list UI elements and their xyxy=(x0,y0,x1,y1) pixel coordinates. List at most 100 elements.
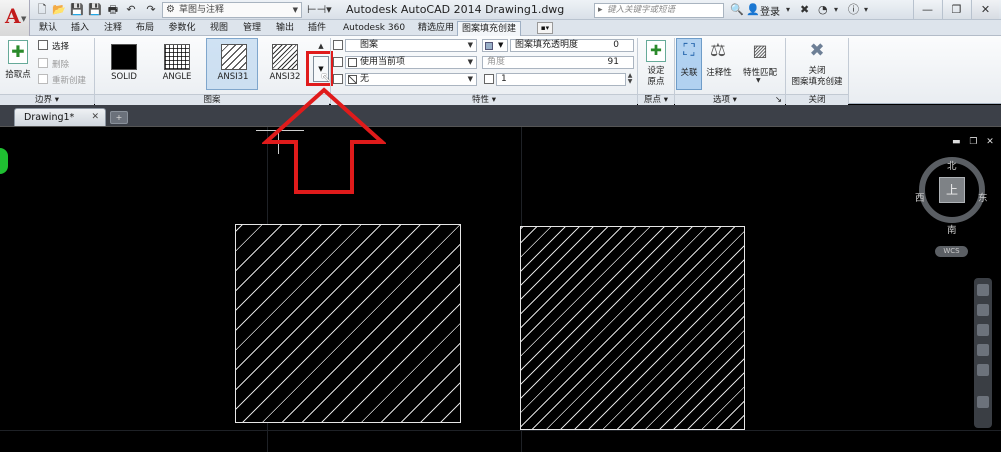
background-color-icon xyxy=(333,74,343,84)
set-origin-button[interactable]: 设定 原点 xyxy=(640,66,672,88)
chevron-down-icon[interactable]: ▾ xyxy=(834,2,838,18)
orbit-icon[interactable] xyxy=(977,344,989,356)
tab-hatch-creation[interactable]: 图案填充创建 xyxy=(457,21,521,36)
gear-icon: ⚙ xyxy=(166,4,175,15)
pick-points-button[interactable]: 拾取点 xyxy=(2,68,34,80)
viewcube-top-face[interactable]: 上 xyxy=(939,177,965,203)
background-color-select[interactable]: 无 ▼ xyxy=(345,73,477,86)
transparency-field[interactable]: 图案填充透明度 0 xyxy=(510,39,634,52)
showmotion-icon[interactable] xyxy=(977,364,989,376)
compass-east[interactable]: 东 xyxy=(978,190,988,204)
pattern-angle-swatch[interactable] xyxy=(164,44,190,70)
drawing-canvas[interactable] xyxy=(0,127,1001,452)
search-input[interactable]: ▸ 键入关键字或短语 xyxy=(594,3,724,18)
scale-field[interactable]: 1 xyxy=(496,73,626,86)
pattern-solid-swatch[interactable] xyxy=(111,44,137,70)
zoom-icon[interactable] xyxy=(977,324,989,336)
binoculars-icon[interactable]: 🔍 xyxy=(730,2,744,18)
mouse-pointer-icon: ↖ xyxy=(320,70,332,86)
application-menu-button[interactable]: A ▼ xyxy=(0,0,30,36)
panel-title-close: 关闭 xyxy=(786,94,848,105)
redo-icon[interactable]: ↷ xyxy=(144,3,158,17)
restore-button[interactable]: ❐ xyxy=(942,0,970,19)
tab-view[interactable]: 视图 xyxy=(204,21,234,36)
close-icon[interactable]: ✕ xyxy=(91,109,99,126)
hatch-color-value: 使用当前项 xyxy=(360,57,406,67)
layer-override-select[interactable]: ▼ xyxy=(482,39,508,52)
tab-output[interactable]: 输出 xyxy=(270,21,300,36)
close-hatch-icon: ✖ xyxy=(809,40,825,61)
wcs-menu[interactable]: WCS xyxy=(935,246,968,257)
layer-icon xyxy=(485,42,493,50)
compass-north[interactable]: 北 xyxy=(947,158,957,172)
chevron-down-icon[interactable]: ▾ xyxy=(786,2,790,18)
chevron-down-icon[interactable]: ▼ xyxy=(756,77,761,84)
color-swatch-icon xyxy=(348,58,357,67)
tab-plugins[interactable]: 插件 xyxy=(302,21,332,36)
select-button[interactable]: 选择 xyxy=(52,40,69,52)
new-drawing-tab-button[interactable]: + xyxy=(110,111,128,124)
ribbon-minimize-icon[interactable]: ▪▾ xyxy=(537,22,553,34)
compass-west[interactable]: 西 xyxy=(915,190,925,204)
remove-button[interactable]: 删除 xyxy=(52,58,69,70)
no-color-icon xyxy=(348,75,357,84)
user-icon[interactable]: 👤 xyxy=(746,2,760,18)
grid-line xyxy=(0,430,1001,431)
tab-featured-apps[interactable]: 精选应用 xyxy=(414,21,458,36)
help-icon[interactable]: ⓘ xyxy=(848,2,859,18)
undo-icon[interactable]: ↶ xyxy=(124,3,138,17)
tab-home[interactable]: 默认 xyxy=(34,21,62,36)
save-as-icon[interactable]: 💾 xyxy=(88,3,102,17)
boundary-title: 边界 xyxy=(35,95,53,105)
pick-points-icon: ✚ xyxy=(8,40,28,64)
quick-access-customize-icon[interactable]: ⊢⊣▾ xyxy=(307,2,337,18)
annotative-button[interactable]: 注释性 xyxy=(702,66,736,78)
document-tab-drawing1[interactable]: Drawing1* ✕ xyxy=(14,108,106,126)
tab-layout[interactable]: 布局 xyxy=(130,21,160,36)
pattern-ansi31-swatch[interactable] xyxy=(221,44,247,70)
connect-icon[interactable]: ◔ xyxy=(818,2,828,18)
status-indicator-icon[interactable] xyxy=(0,148,8,174)
save-icon[interactable]: 💾 xyxy=(70,3,84,17)
chevron-down-icon[interactable]: ▾ xyxy=(864,2,868,18)
hatch-type-select[interactable]: 图案 ▼ xyxy=(345,39,477,52)
tab-insert[interactable]: 插入 xyxy=(64,21,96,36)
chevron-down-icon: ▼ xyxy=(467,58,473,66)
compass-south[interactable]: 南 xyxy=(947,222,957,236)
viewport-controls[interactable]: ▬ ❐ ✕ xyxy=(952,137,997,147)
minimize-button[interactable]: — xyxy=(913,0,941,19)
tab-parametric[interactable]: 参数化 xyxy=(162,21,202,36)
pan-icon[interactable] xyxy=(977,304,989,316)
tab-manage[interactable]: 管理 xyxy=(237,21,267,36)
hatch-color-select[interactable]: 使用当前项 ▼ xyxy=(345,56,477,69)
workspace-label: 草图与注释 xyxy=(179,5,225,15)
recreate-button[interactable]: 重新创建 xyxy=(52,74,86,86)
login-button[interactable]: 登录 xyxy=(760,3,780,18)
tab-annotate[interactable]: 注释 xyxy=(98,21,128,36)
panel-title-options[interactable]: 选项 ▾ ↘ xyxy=(675,94,785,105)
transparency-label: 图案填充透明度 xyxy=(515,40,579,50)
remove-boundary-icon xyxy=(38,58,48,68)
steering-wheel-icon[interactable] xyxy=(977,284,989,296)
annotation-arrow xyxy=(262,87,386,194)
panel-title-origin[interactable]: 原点 ▾ xyxy=(638,94,674,105)
pattern-ansi32-swatch[interactable] xyxy=(272,44,298,70)
close-window-button[interactable]: ✕ xyxy=(971,0,999,19)
workspace-select[interactable]: ⚙ 草图与注释 ▼ xyxy=(162,2,302,18)
hatch-boundary-right[interactable] xyxy=(520,226,745,430)
properties-title: 特性 xyxy=(472,95,490,105)
plot-icon[interactable]: 🖶 xyxy=(106,3,120,17)
close-hatch-creation-button[interactable]: 关闭 图案填充创建 xyxy=(786,66,848,88)
scale-spinner[interactable]: ▲ ▼ xyxy=(626,73,634,86)
open-file-icon[interactable]: 📂 xyxy=(52,3,66,17)
tab-autodesk-360[interactable]: Autodesk 360 xyxy=(336,21,412,36)
search-expand-icon: ▸ xyxy=(598,5,603,15)
panel-title-boundary[interactable]: 边界 ▾ xyxy=(0,94,94,105)
hatch-boundary-left[interactable] xyxy=(235,224,461,423)
transparency-value: 0 xyxy=(613,40,619,50)
new-file-icon[interactable]: 🗋 xyxy=(35,3,49,17)
navbar-menu-icon[interactable] xyxy=(977,396,989,408)
select-objects-icon xyxy=(38,40,48,50)
angle-field[interactable]: 角度 91 xyxy=(482,56,634,69)
exchange-icon[interactable]: ✖ xyxy=(800,2,809,18)
